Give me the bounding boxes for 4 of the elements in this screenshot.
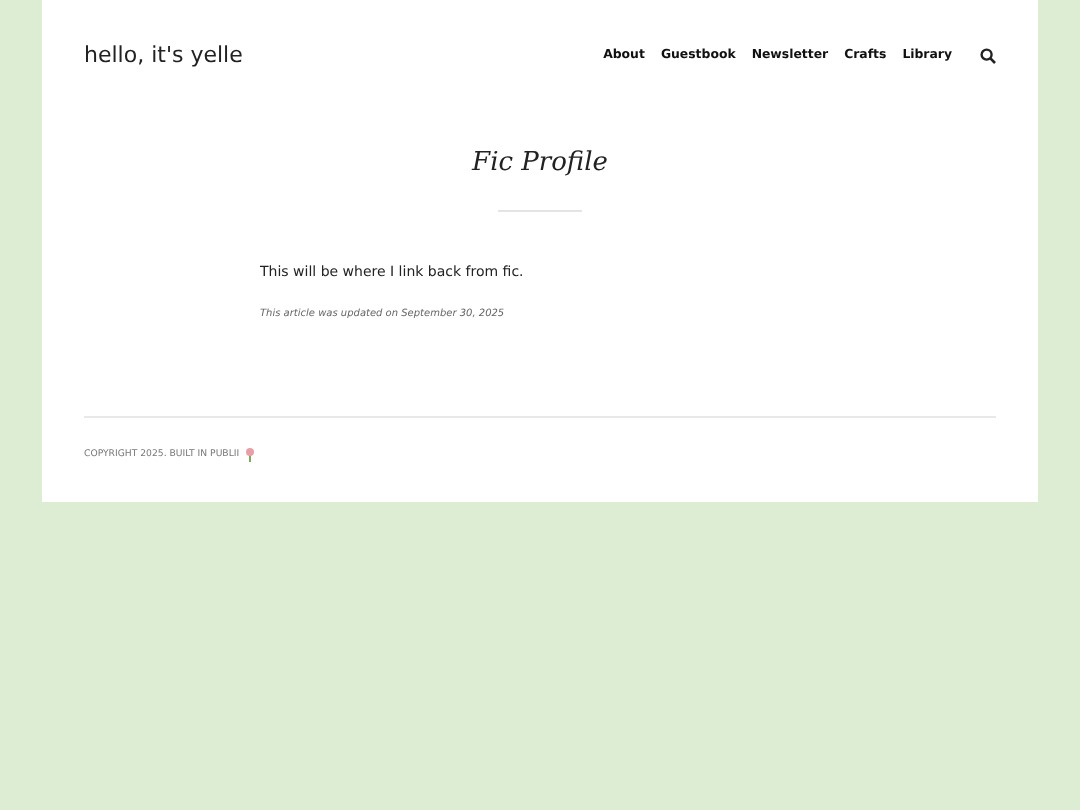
page-title: Fic Profile	[469, 146, 610, 182]
site-title[interactable]: hello, it's yelle	[84, 42, 243, 68]
flower-icon	[245, 448, 254, 462]
search-icon[interactable]	[980, 47, 996, 63]
